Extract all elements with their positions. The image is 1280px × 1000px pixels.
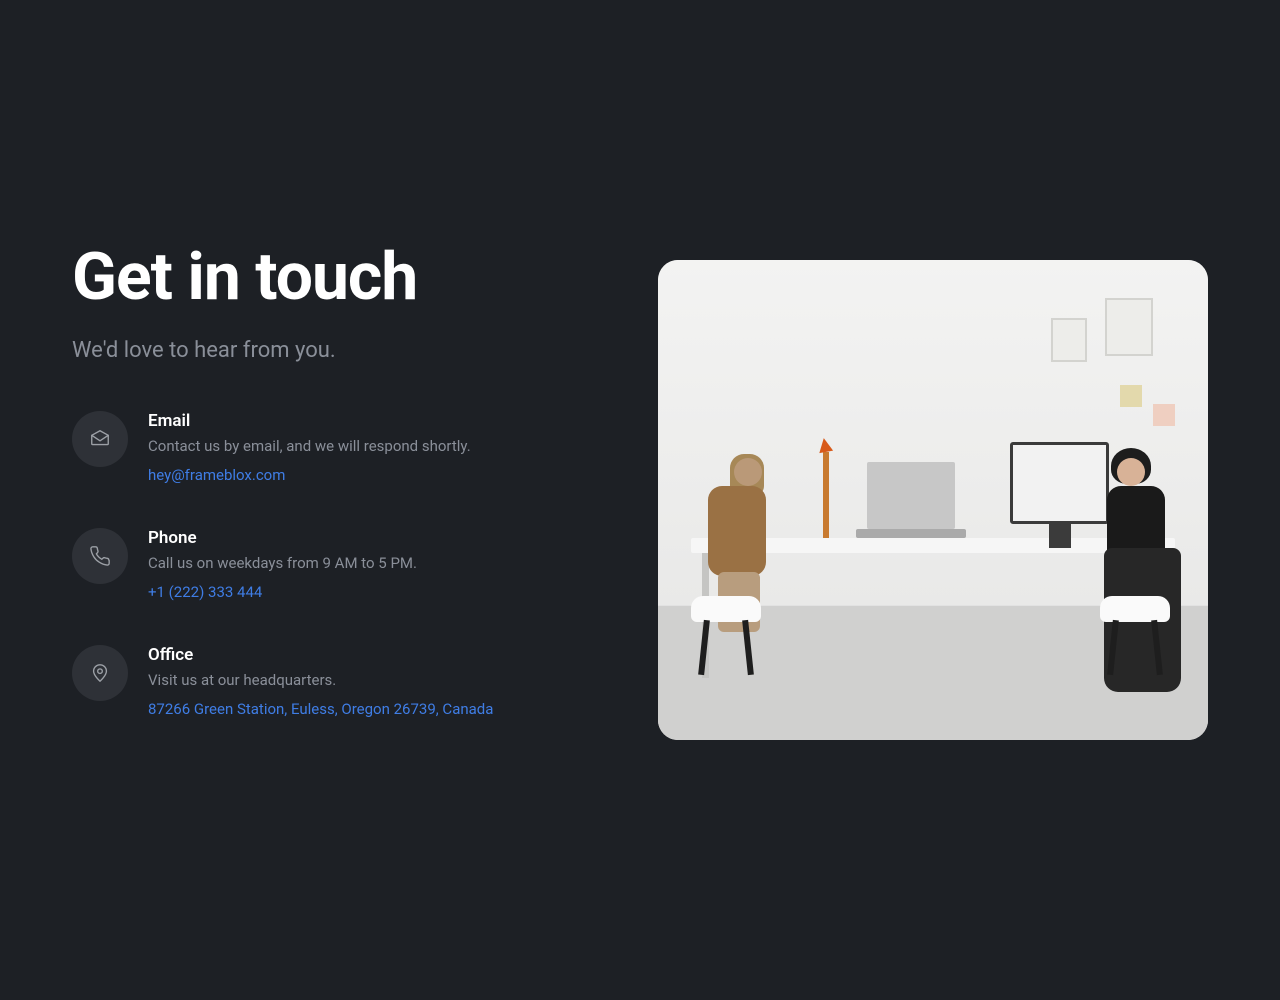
hero-image-column bbox=[658, 260, 1208, 740]
contact-item-content: Office Visit us at our headquarters. 872… bbox=[148, 645, 493, 718]
contact-item-title: Phone bbox=[148, 528, 417, 548]
address-link[interactable]: 87266 Green Station, Euless, Oregon 2673… bbox=[148, 700, 493, 718]
page-title: Get in touch bbox=[72, 239, 592, 316]
contact-item-title: Office bbox=[148, 645, 493, 665]
page-subtitle: We'd love to hear from you. bbox=[72, 338, 592, 363]
contact-item-email: Email Contact us by email, and we will r… bbox=[72, 411, 592, 484]
contact-item-content: Phone Call us on weekdays from 9 AM to 5… bbox=[148, 528, 417, 601]
contact-item-description: Call us on weekdays from 9 AM to 5 PM. bbox=[148, 554, 417, 572]
contact-section: Get in touch We'd love to hear from you.… bbox=[0, 0, 1280, 1000]
contact-item-content: Email Contact us by email, and we will r… bbox=[148, 411, 471, 484]
contact-item-office: Office Visit us at our headquarters. 872… bbox=[72, 645, 592, 718]
email-link[interactable]: hey@frameblox.com bbox=[148, 466, 285, 484]
phone-icon bbox=[72, 528, 128, 584]
contact-item-description: Contact us by email, and we will respond… bbox=[148, 437, 471, 455]
contact-item-title: Email bbox=[148, 411, 471, 431]
phone-link[interactable]: +1 (222) 333 444 bbox=[148, 583, 262, 601]
map-pin-icon bbox=[72, 645, 128, 701]
envelope-icon bbox=[72, 411, 128, 467]
contact-info-column: Get in touch We'd love to hear from you.… bbox=[72, 239, 592, 762]
contact-item-description: Visit us at our headquarters. bbox=[148, 671, 493, 689]
contact-item-phone: Phone Call us on weekdays from 9 AM to 5… bbox=[72, 528, 592, 601]
office-photo bbox=[658, 260, 1208, 740]
